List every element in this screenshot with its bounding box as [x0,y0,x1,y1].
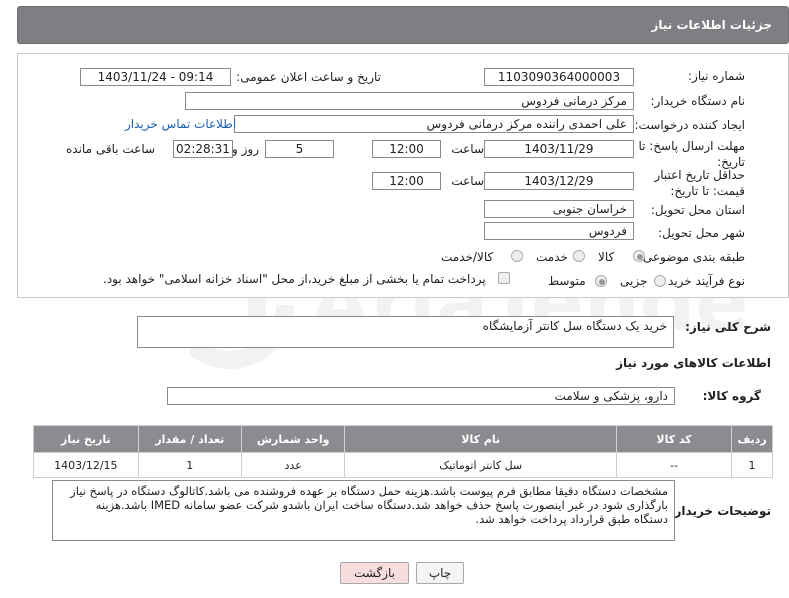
page-title: جزئیات اطلاعات نیاز [651,18,772,32]
province-label: استان محل تحویل: [650,203,745,217]
price-time-label: ساعت [451,174,484,188]
col-unit: واحد شمارش [240,425,346,453]
col-name: نام کالا [344,425,618,453]
reply-time-label: ساعت [451,142,484,156]
col-quantity: تعداد / مقدار [137,425,242,453]
cell-quantity: 1 [137,452,242,478]
announce-field: 1403/11/24 - 09:14 [80,68,231,86]
buyer-org-label: نام دستگاه خریدار: [650,94,746,108]
remaining-time-field: 02:28:31 [173,140,233,158]
description-field: خرید یک دستگاه سل کانتر آزمایشگاه [137,316,674,348]
need-number-field: 1103090364000003 [484,68,634,86]
category-goods-radio[interactable] [633,250,645,262]
category-goods-service-label: کالا/خدمت [441,250,494,264]
treasury-payment-checkbox[interactable] [498,272,510,284]
city-field: فردوس [484,222,634,240]
days-label: روز و [232,142,259,156]
goods-group-label: گروه کالا: [702,389,761,403]
category-goods-service-radio[interactable] [511,250,523,262]
province-field: خراسان جنوبی [484,200,634,218]
cell-code: -- [616,452,733,478]
description-label: شرح کلی نیاز: [685,320,771,334]
items-table-header: ردیف کد کالا نام کالا واحد شمارش تعداد /… [33,425,773,453]
print-button[interactable]: چاپ [416,562,464,584]
category-label: طبقه بندی موضوعی: [638,250,745,264]
category-goods-label: کالا [598,250,615,264]
items-table: ردیف کد کالا نام کالا واحد شمارش تعداد /… [33,425,773,478]
creator-label: ایجاد کننده درخواست: [634,118,745,132]
days-field: 5 [265,140,334,158]
cell-row: 1 [731,452,773,478]
process-medium-radio[interactable] [595,275,607,287]
reply-time-field: 12:00 [372,140,441,158]
need-number-label: شماره نیاز: [688,69,745,83]
process-minor-radio[interactable] [654,275,666,287]
creator-field: علی احمدی راننده مرکز درمانی فردوس [234,115,634,133]
category-service-label: خدمت [536,250,568,264]
price-time-field: 12:00 [372,172,441,190]
reply-deadline-label: مهلت ارسال پاسخ: تا تاریخ: [638,139,745,169]
price-date-field: 1403/12/29 [484,172,634,190]
buyer-org-field: مرکز درمانی فردوس [185,92,634,110]
col-date: تاریخ نیاز [33,425,139,453]
page-header: جزئیات اطلاعات نیاز [17,6,789,44]
process-medium-label: متوسط [548,274,586,288]
col-row: ردیف [731,425,773,453]
goods-group-field: دارو، پزشکی و سلامت [167,387,675,405]
announce-label: تاریخ و ساعت اعلان عمومی: [236,70,381,84]
back-button[interactable]: بازگشت [340,562,409,584]
goods-info-title: اطلاعات کالاهای مورد نیاز [616,356,771,370]
process-minor-label: جزیی [620,274,648,288]
city-label: شهر محل تحویل: [658,226,745,240]
price-validity-label: حداقل تاریخ اعتبار قیمت: تا تاریخ: [654,168,745,198]
process-type-label: نوع فرآیند خرید : [660,274,745,288]
category-service-radio[interactable] [573,250,585,262]
buyer-contact-link[interactable]: اطلاعات تماس خریدار [125,117,236,131]
cell-name: سل کانتر اتوماتیک [344,452,618,478]
treasury-payment-label: پرداخت تمام یا بخشی از مبلغ خرید،از محل … [103,272,486,286]
remaining-time-label: ساعت باقی مانده [66,142,156,156]
table-row: 1 -- سل کانتر اتوماتیک عدد 1 1403/12/15 [33,452,773,478]
buyer-notes-field: مشخصات دستگاه دقیقا مطابق فرم پیوست باشد… [52,480,675,541]
cell-unit: عدد [240,452,346,478]
buyer-notes-label: توضیحات خریدار: [669,504,771,518]
cell-date: 1403/12/15 [33,452,139,478]
col-code: کد کالا [616,425,733,453]
reply-date-field: 1403/11/29 [484,140,634,158]
